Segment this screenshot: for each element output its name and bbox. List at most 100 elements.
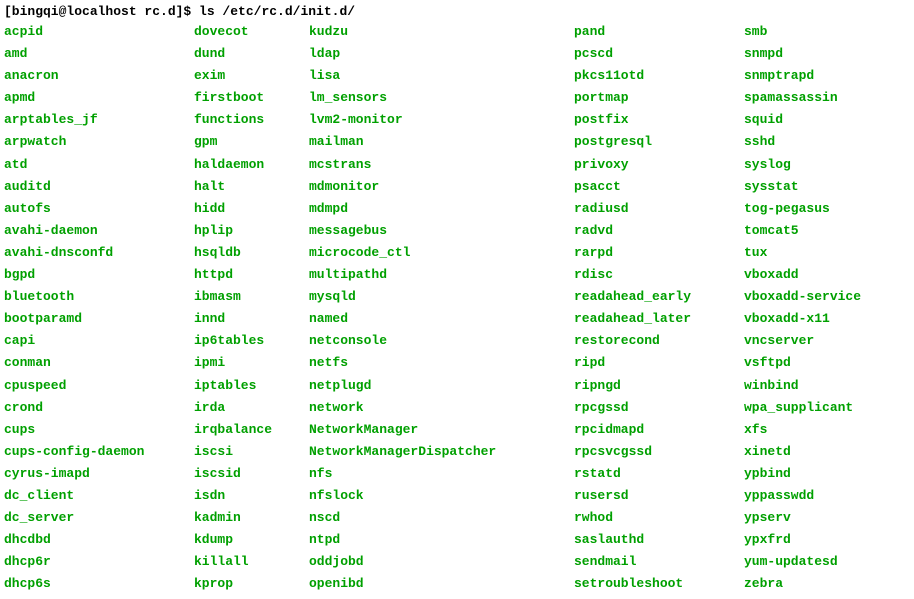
service-entry: NetworkManagerDispatcher (309, 441, 574, 463)
service-entry: avahi-dnsconfd (4, 242, 194, 264)
service-entry: kprop (194, 573, 309, 595)
service-entry: arpwatch (4, 131, 194, 153)
service-entry: dund (194, 43, 309, 65)
service-entry: messagebus (309, 220, 574, 242)
service-entry: winbind (744, 375, 871, 397)
service-entry: irda (194, 397, 309, 419)
service-entry: snmpd (744, 43, 871, 65)
service-entry: rwhod (574, 507, 744, 529)
service-entry: irqbalance (194, 419, 309, 441)
service-entry: autofs (4, 198, 194, 220)
service-entry: tux (744, 242, 871, 264)
service-entry: functions (194, 109, 309, 131)
service-entry: firstboot (194, 87, 309, 109)
service-entry: sendmail (574, 551, 744, 573)
service-entry: vboxadd-service (744, 286, 871, 308)
service-entry: pand (574, 21, 744, 43)
column-4: pandpcscdpkcs11otdportmappostfixpostgres… (574, 21, 744, 595)
service-entry: xinetd (744, 441, 871, 463)
service-entry: readahead_early (574, 286, 744, 308)
service-entry: cups (4, 419, 194, 441)
service-entry: squid (744, 109, 871, 131)
service-entry: atd (4, 154, 194, 176)
service-entry: dc_client (4, 485, 194, 507)
service-entry: NetworkManager (309, 419, 574, 441)
service-entry: rdisc (574, 264, 744, 286)
service-entry: saslauthd (574, 529, 744, 551)
service-entry: innd (194, 308, 309, 330)
service-entry: dhcp6s (4, 573, 194, 595)
service-entry: setroubleshoot (574, 573, 744, 595)
service-entry: lvm2-monitor (309, 109, 574, 131)
column-3: kudzuldaplisalm_sensorslvm2-monitormailm… (309, 21, 574, 595)
service-entry: mdmonitor (309, 176, 574, 198)
service-entry: exim (194, 65, 309, 87)
service-entry: tog-pegasus (744, 198, 871, 220)
service-entry: named (309, 308, 574, 330)
ls-output: acpidamdanacronapmdarptables_jfarpwatcha… (4, 21, 910, 595)
service-entry: postgresql (574, 131, 744, 153)
service-entry: radvd (574, 220, 744, 242)
service-entry: readahead_later (574, 308, 744, 330)
service-entry: rstatd (574, 463, 744, 485)
service-entry: haldaemon (194, 154, 309, 176)
service-entry: hidd (194, 198, 309, 220)
service-entry: hplip (194, 220, 309, 242)
service-entry: openibd (309, 573, 574, 595)
service-entry: netfs (309, 352, 574, 374)
service-entry: tomcat5 (744, 220, 871, 242)
service-entry: iptables (194, 375, 309, 397)
service-entry: isdn (194, 485, 309, 507)
service-entry: anacron (4, 65, 194, 87)
service-entry: httpd (194, 264, 309, 286)
service-entry: ldap (309, 43, 574, 65)
service-entry: mdmpd (309, 198, 574, 220)
service-entry: dhcp6r (4, 551, 194, 573)
service-entry: vboxadd (744, 264, 871, 286)
service-entry: lm_sensors (309, 87, 574, 109)
service-entry: ip6tables (194, 330, 309, 352)
service-entry: apmd (4, 87, 194, 109)
column-2: dovecotdundeximfirstbootfunctionsgpmhald… (194, 21, 309, 595)
service-entry: sshd (744, 131, 871, 153)
service-entry: spamassassin (744, 87, 871, 109)
service-entry: sysstat (744, 176, 871, 198)
service-entry: psacct (574, 176, 744, 198)
service-entry: gpm (194, 131, 309, 153)
service-entry: avahi-daemon (4, 220, 194, 242)
service-entry: bgpd (4, 264, 194, 286)
service-entry: network (309, 397, 574, 419)
service-entry: yppasswdd (744, 485, 871, 507)
service-entry: rarpd (574, 242, 744, 264)
service-entry: amd (4, 43, 194, 65)
service-entry: ntpd (309, 529, 574, 551)
service-entry: lisa (309, 65, 574, 87)
service-entry: postfix (574, 109, 744, 131)
service-entry: nfslock (309, 485, 574, 507)
service-entry: killall (194, 551, 309, 573)
service-entry: kudzu (309, 21, 574, 43)
service-entry: arptables_jf (4, 109, 194, 131)
service-entry: rpcsvcgssd (574, 441, 744, 463)
service-entry: nscd (309, 507, 574, 529)
service-entry: hsqldb (194, 242, 309, 264)
service-entry: kadmin (194, 507, 309, 529)
column-5: smbsnmpdsnmptrapdspamassassinsquidsshdsy… (744, 21, 871, 595)
service-entry: bluetooth (4, 286, 194, 308)
service-entry: iscsi (194, 441, 309, 463)
service-entry: rusersd (574, 485, 744, 507)
service-entry: halt (194, 176, 309, 198)
service-entry: iscsid (194, 463, 309, 485)
service-entry: pcscd (574, 43, 744, 65)
service-entry: mysqld (309, 286, 574, 308)
service-entry: ypxfrd (744, 529, 871, 551)
service-entry: dc_server (4, 507, 194, 529)
service-entry: acpid (4, 21, 194, 43)
service-entry: capi (4, 330, 194, 352)
service-entry: ipmi (194, 352, 309, 374)
service-entry: rpcgssd (574, 397, 744, 419)
shell-prompt: [bingqi@localhost rc.d]$ ls /etc/rc.d/in… (4, 4, 910, 19)
service-entry: vsftpd (744, 352, 871, 374)
service-entry: cpuspeed (4, 375, 194, 397)
service-entry: zebra (744, 573, 871, 595)
